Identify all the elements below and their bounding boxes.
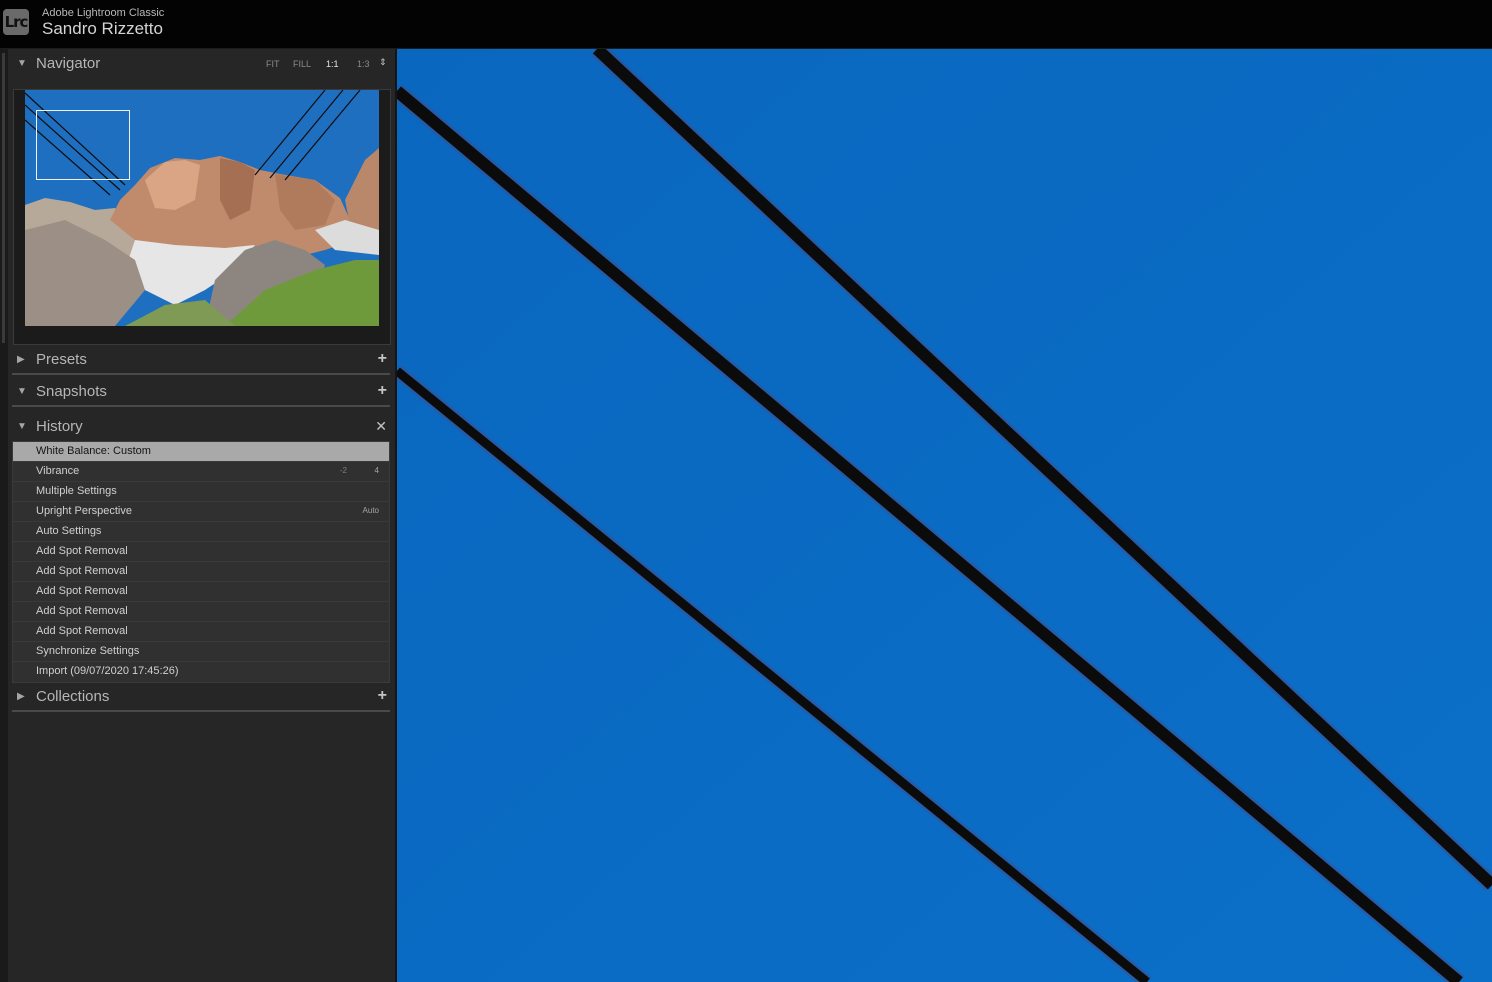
expand-triangle-icon[interactable]: ▶	[17, 691, 25, 702]
divider	[12, 405, 390, 407]
history-item[interactable]: Import (09/07/2020 17:45:26)	[13, 662, 389, 682]
history-item-label: White Balance: Custom	[36, 445, 151, 457]
collapse-triangle-icon[interactable]: ▼	[17, 386, 27, 397]
snapshots-title: Snapshots	[36, 383, 107, 400]
divider	[12, 373, 390, 375]
history-item-label: Multiple Settings	[36, 485, 117, 497]
loupe-image-view[interactable]	[397, 49, 1492, 982]
history-item-label: Add Spot Removal	[36, 625, 128, 637]
left-panel-edge[interactable]	[0, 49, 8, 982]
history-item[interactable]: Upright Perspective Auto	[13, 502, 389, 522]
history-header[interactable]: ▼ History ✕	[8, 414, 395, 440]
snapshots-header[interactable]: ▼ Snapshots +	[8, 379, 395, 405]
history-item[interactable]: Add Spot Removal	[13, 582, 389, 602]
history-item[interactable]: Add Spot Removal	[13, 602, 389, 622]
collections-header[interactable]: ▶ Collections +	[8, 684, 395, 710]
identity-plate: Lrc Adobe Lightroom Classic Sandro Rizze…	[0, 0, 1492, 49]
close-icon[interactable]: ✕	[375, 418, 387, 435]
left-panel: ▼ Navigator FIT FILL 1:1 1:3 ⇕ ▶ Presets…	[8, 49, 395, 982]
up-down-arrows-icon[interactable]: ⇕	[379, 57, 387, 68]
history-item[interactable]: Add Spot Removal	[13, 562, 389, 582]
history-item[interactable]: Auto Settings	[13, 522, 389, 542]
plus-dropdown-icon[interactable]: +	[378, 350, 387, 368]
history-item[interactable]: Multiple Settings	[13, 482, 389, 502]
collapse-triangle-icon[interactable]: ▼	[17, 58, 27, 69]
presets-header[interactable]: ▶ Presets +	[8, 347, 395, 373]
history-item[interactable]: White Balance: Custom	[13, 442, 389, 462]
history-item-label: Synchronize Settings	[36, 645, 140, 657]
zoom-fit[interactable]: FIT	[266, 59, 280, 69]
history-item-label: Add Spot Removal	[36, 565, 128, 577]
plus-dropdown-icon[interactable]: +	[378, 687, 387, 705]
navigator-thumbnail[interactable]	[25, 90, 379, 326]
collapse-triangle-icon[interactable]: ▼	[17, 421, 27, 432]
zoom-1-1[interactable]: 1:1	[326, 59, 339, 69]
history-item-label: Add Spot Removal	[36, 605, 128, 617]
collections-title: Collections	[36, 688, 110, 705]
navigator-preview[interactable]	[13, 89, 391, 345]
lightroom-logo: Lrc	[3, 9, 29, 35]
zoom-fill[interactable]: FILL	[293, 59, 311, 69]
history-list: White Balance: Custom Vibrance -2 4 Mult…	[12, 441, 390, 683]
history-item[interactable]: Add Spot Removal	[13, 542, 389, 562]
history-item-label: Add Spot Removal	[36, 585, 128, 597]
history-item-label: Import (09/07/2020 17:45:26)	[36, 665, 179, 677]
history-title: History	[36, 418, 83, 435]
history-item[interactable]: Synchronize Settings	[13, 642, 389, 662]
plus-icon[interactable]: +	[378, 382, 387, 400]
history-item[interactable]: Vibrance -2 4	[13, 462, 389, 482]
history-item-label: Auto Settings	[36, 525, 102, 537]
app-name: Adobe Lightroom Classic	[42, 7, 165, 19]
history-item-change: -2	[339, 466, 347, 475]
history-item-value: Auto	[362, 506, 379, 515]
history-item-label: Vibrance	[36, 465, 80, 477]
navigator-header[interactable]: ▼ Navigator FIT FILL 1:1 1:3 ⇕	[8, 51, 395, 77]
expand-triangle-icon[interactable]: ▶	[17, 354, 25, 365]
history-item-value: 4	[374, 466, 379, 475]
navigator-title: Navigator	[36, 55, 101, 72]
zoom-1-3[interactable]: 1:3	[357, 59, 370, 69]
history-item-label: Add Spot Removal	[36, 545, 128, 557]
history-item-label: Upright Perspective	[36, 505, 132, 517]
navigator-viewport-rect[interactable]	[36, 110, 130, 180]
user-name: Sandro Rizzetto	[42, 19, 163, 38]
divider	[12, 710, 390, 712]
presets-title: Presets	[36, 351, 87, 368]
zoomed-sky-photo	[397, 49, 1492, 982]
history-item[interactable]: Add Spot Removal	[13, 622, 389, 642]
